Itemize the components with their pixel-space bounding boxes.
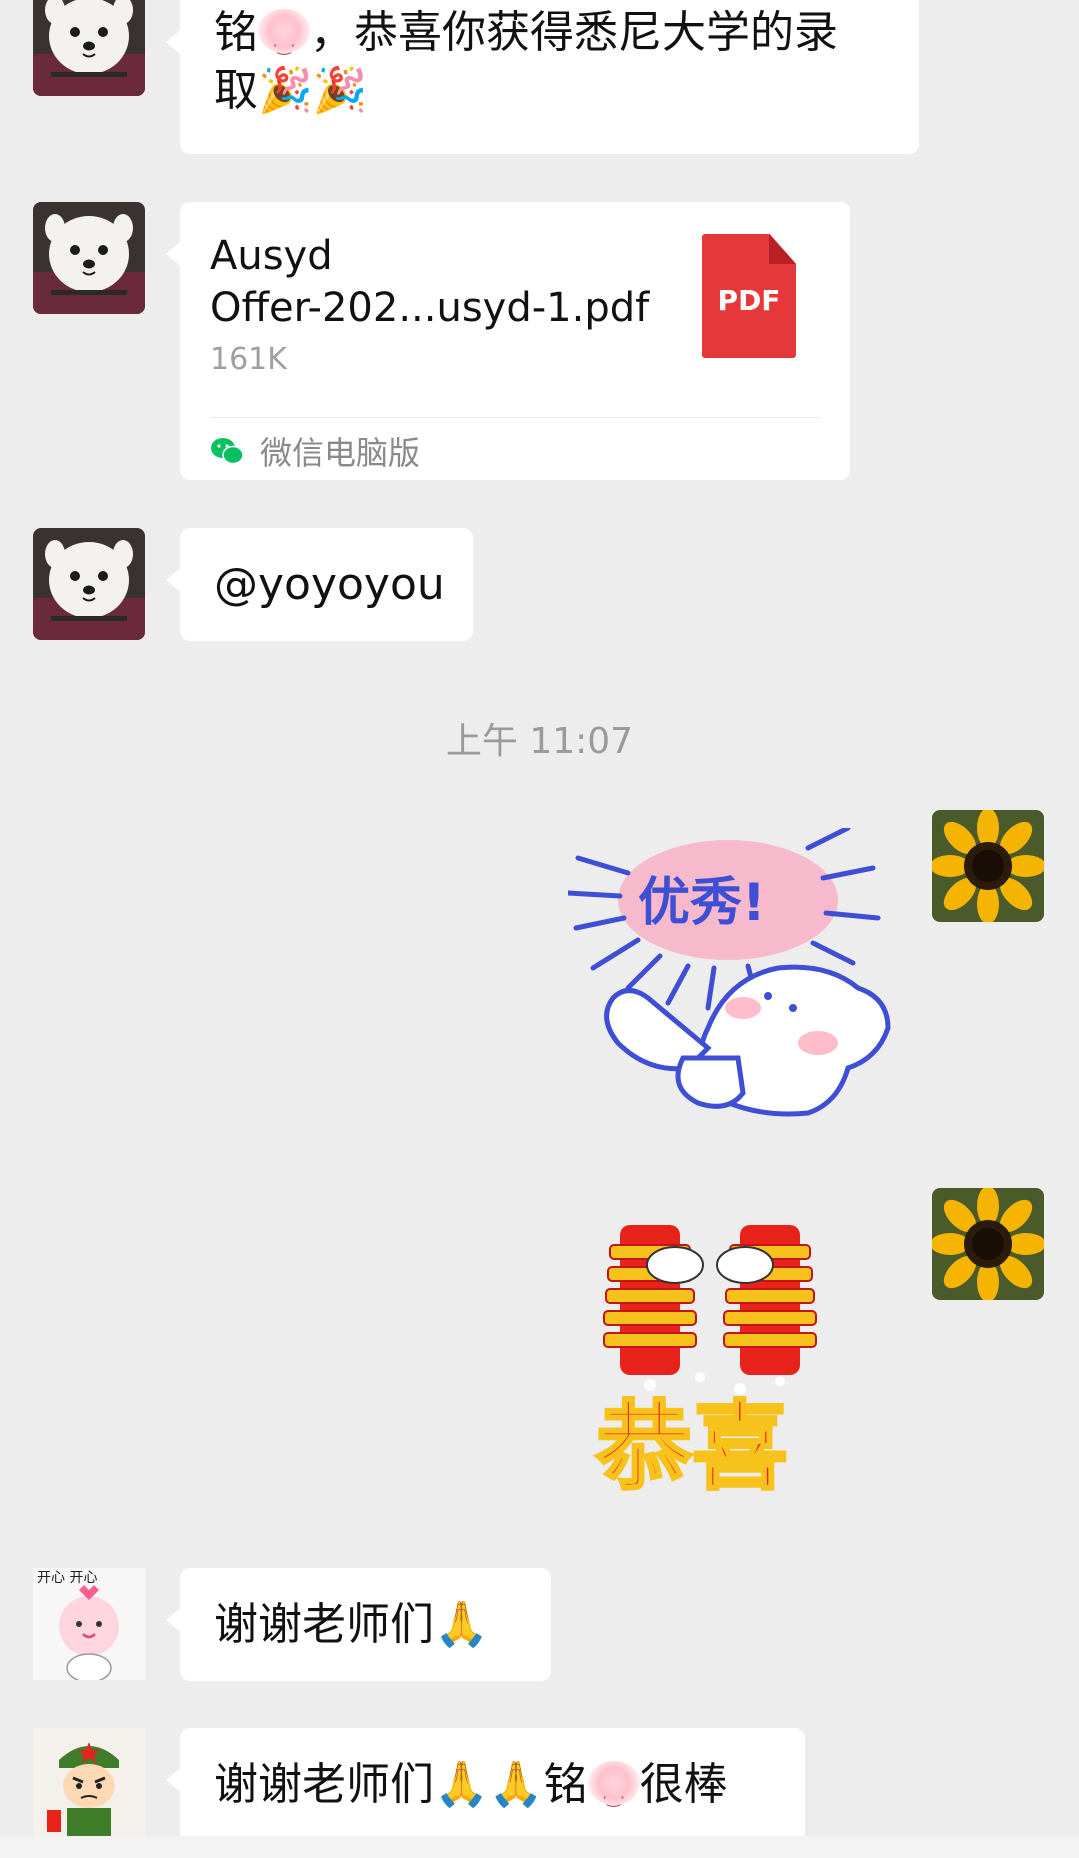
pdf-label: PDF [717,284,781,317]
redaction-sticker [258,9,310,75]
folded-hands-emoji: 🙏 [434,1599,489,1650]
chat-window: 铭，恭喜你获得悉尼大学的录 取🎉🎉 Ausyd Offer-202.. [0,0,1079,1858]
file-name: Ausyd Offer-202...usyd-1.pdf [210,230,649,334]
divider [210,417,820,418]
avatar-dog[interactable] [33,528,145,640]
message-text: 铭 [543,1759,588,1810]
soldier-avatar-image [33,1728,145,1840]
sticker-congrats[interactable]: 恭喜 [590,1205,890,1505]
avatar-soldier[interactable] [33,1728,145,1840]
mention-text: @yoyoyou [214,559,445,610]
avatar-dog[interactable] [33,202,145,314]
avatar-sunflower[interactable] [932,1188,1044,1300]
message-text: 谢谢老师们 [214,1599,434,1650]
avatar-cartoon-girl[interactable]: 开心 开心 [33,1568,145,1680]
sunflower-avatar-image [932,1188,1044,1300]
pdf-fold [769,234,796,264]
dog-avatar-image [33,0,145,96]
message-bubble[interactable]: 谢谢老师们🙏 [166,1568,551,1681]
avatar-caption: 开心 开心 [37,1570,97,1586]
avatar-sunflower[interactable] [932,810,1044,922]
pdf-icon: PDF [702,234,796,358]
sticker-text: 恭喜 [595,1391,788,1503]
avatar-dog[interactable] [33,0,145,96]
file-name-line2: Offer-202...usyd-1.pdf [210,285,650,331]
message-text: 谢谢老师们 [214,1759,434,1810]
sunflower-avatar-image [932,810,1044,922]
timestamp: 上午 11:07 [445,721,634,762]
wechat-icon [211,438,244,465]
dog-avatar-image [33,528,145,640]
message-bubble[interactable]: @yoyoyou [166,528,473,641]
dog-avatar-image [33,202,145,314]
cartoon-girl-avatar-image: 开心 开心 [33,1568,145,1680]
message-text: 铭 [214,7,258,58]
redaction-sticker [587,1761,640,1827]
message-text: ，恭喜你获得悉尼大学的录 [310,7,838,58]
bottom-edge [0,1836,1079,1858]
file-card[interactable]: Ausyd Offer-202...usyd-1.pdf 161K PDF 微信… [166,202,850,480]
file-name-line1: Ausyd [210,233,333,279]
sticker-excellent[interactable]: 优秀! [568,828,908,1118]
sticker-text: 优秀! [638,873,766,933]
folded-hands-emoji: 🙏🙏 [434,1759,544,1810]
message-bubble[interactable]: 铭，恭喜你获得悉尼大学的录 取🎉🎉 [166,0,919,154]
file-size: 161K [210,342,287,377]
message-text: 很棒 [639,1759,728,1810]
source-label: 微信电脑版 [260,434,421,472]
message-text: 取 [214,65,258,116]
